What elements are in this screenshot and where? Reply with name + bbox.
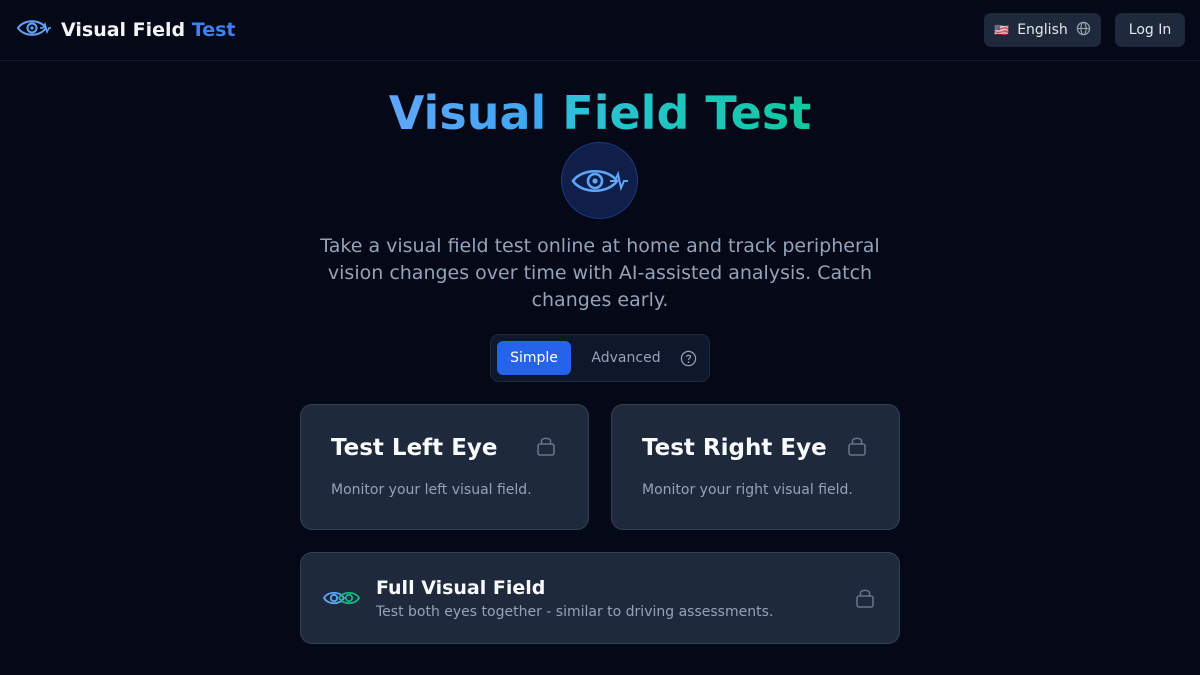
top-navbar: Visual Field Test 🇺🇸 English Log In — [0, 0, 1200, 61]
language-selector[interactable]: 🇺🇸 English — [984, 13, 1101, 47]
eye-pulse-icon — [16, 17, 52, 43]
two-eyes-icon — [322, 586, 361, 614]
hero-subtitle: Take a visual field test online at home … — [320, 235, 880, 311]
page-title-part1: Visual — [388, 86, 547, 140]
test-left-eye-card[interactable]: Test Left Eye Monitor your left visual f… — [300, 404, 589, 530]
mode-advanced-button[interactable]: Advanced — [583, 341, 669, 375]
page-title-part2: Field Test — [562, 86, 812, 140]
test-right-eye-card[interactable]: Test Right Eye Monitor your right visual… — [611, 404, 900, 530]
brand-title-main: Visual Field — [61, 19, 186, 41]
globe-icon — [1076, 21, 1091, 40]
us-flag-icon: 🇺🇸 — [994, 23, 1010, 37]
mode-toggle: Simple Advanced — [490, 334, 710, 382]
eye-pulse-icon — [561, 142, 638, 219]
lock-icon — [855, 587, 875, 613]
card-description: Monitor your left visual field. — [331, 482, 532, 498]
question-circle-icon[interactable] — [679, 349, 697, 367]
brand-title-accent: Test — [191, 19, 236, 41]
language-label: English — [1017, 22, 1068, 38]
brand-logo-link[interactable]: Visual Field Test — [16, 14, 236, 46]
card-description: Test both eyes together - similar to dri… — [376, 604, 774, 620]
card-description: Monitor your right visual field. — [642, 482, 853, 498]
card-title: Test Left Eye — [331, 435, 498, 461]
card-title: Test Right Eye — [642, 435, 827, 461]
lock-icon — [847, 435, 867, 461]
brand-title: Visual Field Test — [61, 19, 236, 41]
lock-icon — [536, 435, 556, 461]
login-button[interactable]: Log In — [1115, 13, 1185, 47]
full-visual-field-card[interactable]: Full Visual Field Test both eyes togethe… — [300, 552, 900, 644]
card-title: Full Visual Field — [376, 577, 546, 599]
page-title: Visual Field Test — [0, 84, 1200, 142]
mode-simple-button[interactable]: Simple — [497, 341, 571, 375]
